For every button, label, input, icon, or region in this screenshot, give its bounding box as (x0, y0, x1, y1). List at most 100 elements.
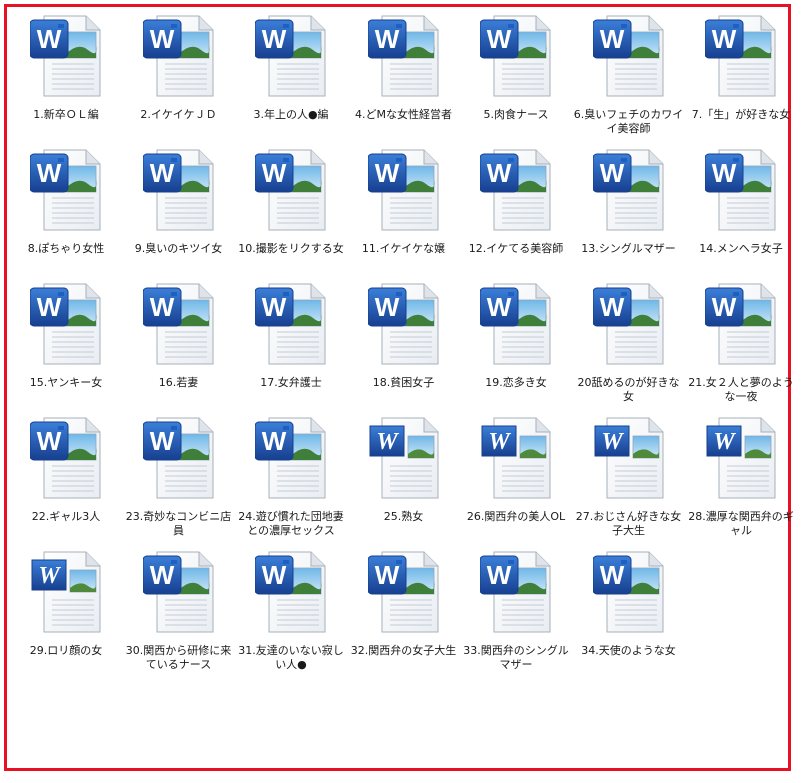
file-item[interactable]: W 11.イケイケな嬢 (348, 146, 460, 280)
svg-text:W: W (376, 429, 399, 455)
svg-text:W: W (262, 426, 287, 456)
file-name-label: 14.メンヘラ女子 (699, 242, 783, 255)
file-item[interactable]: W 28.濃厚な関西弁のギャル (685, 414, 797, 548)
svg-text:W: W (149, 292, 174, 322)
svg-text:W: W (712, 292, 737, 322)
word-legacy-document-icon: W (30, 550, 102, 634)
svg-text:W: W (374, 158, 399, 188)
file-item[interactable]: W 23.奇妙なコンビニ店員 (123, 414, 235, 548)
file-name-label: 11.イケイケな嬢 (361, 242, 446, 255)
file-item[interactable]: W 29.ロリ顔の女 (10, 548, 122, 682)
file-item[interactable]: W 3.年上の人●編 (235, 12, 347, 146)
file-item[interactable]: W 6.臭いフェチのカワイイ美容師 (573, 12, 685, 146)
file-item[interactable]: W 26.関西弁の美人OL (460, 414, 572, 548)
file-name-label: 16.若妻 (158, 376, 199, 389)
file-item[interactable]: W 9.臭いのキツイ女 (123, 146, 235, 280)
file-item[interactable]: W 13.シングルマザー (573, 146, 685, 280)
word-legacy-document-icon: W (480, 416, 552, 500)
word-document-icon: W (29, 416, 102, 500)
word-document-icon: W (142, 14, 215, 98)
file-item[interactable]: W 2.イケイケＪＤ (123, 12, 235, 146)
file-item[interactable]: W 4.どMな女性経営者 (348, 12, 460, 146)
word-legacy-document-icon: W (593, 416, 665, 500)
file-item[interactable]: W 12.イケてる美容師 (460, 146, 572, 280)
file-item[interactable]: W 34.天使のような女 (573, 548, 685, 682)
file-item[interactable]: W 16.若妻 (123, 280, 235, 414)
file-name-label: 26.関西弁の美人OL (466, 510, 566, 523)
file-item[interactable]: W 32.関西弁の女子大生 (348, 548, 460, 682)
svg-text:W: W (262, 292, 287, 322)
word-document-icon: W (592, 148, 665, 232)
word-document-icon: W (29, 282, 102, 366)
file-item[interactable]: W 25.熟女 (348, 414, 460, 548)
svg-text:W: W (599, 292, 624, 322)
file-name-label: 28.濃厚な関西弁のギャル (688, 510, 794, 537)
svg-text:W: W (599, 24, 624, 54)
svg-text:W: W (712, 158, 737, 188)
file-item[interactable]: W 33.関西弁のシングルマザー (460, 548, 572, 682)
file-name-label: 17.女弁護士 (260, 376, 322, 389)
svg-text:W: W (149, 560, 174, 590)
file-item[interactable]: W 8.ぽちゃり女性 (10, 146, 122, 280)
svg-text:W: W (262, 158, 287, 188)
file-item[interactable]: W 19.恋多き女 (460, 280, 572, 414)
svg-text:W: W (149, 426, 174, 456)
word-document-icon: W (592, 14, 665, 98)
file-name-label: 13.シングルマザー (581, 242, 676, 255)
word-document-icon: W (254, 148, 327, 232)
svg-text:W: W (38, 563, 61, 589)
file-item[interactable]: W 30.関西から研修に来ているナース (123, 548, 235, 682)
file-item[interactable]: W 10.撮影をリクする女 (235, 146, 347, 280)
file-name-label: 5.肉食ナース (483, 108, 549, 121)
file-item[interactable]: W 20舐めるのが好きな女 (573, 280, 685, 414)
file-name-label: 3.年上の人●編 (253, 108, 329, 121)
file-item[interactable]: W 7.「生」が好きな女 (685, 12, 797, 146)
svg-text:W: W (487, 560, 512, 590)
svg-text:W: W (37, 292, 62, 322)
svg-text:W: W (374, 560, 399, 590)
svg-text:W: W (374, 24, 399, 54)
svg-text:W: W (599, 560, 624, 590)
svg-text:W: W (374, 292, 399, 322)
word-legacy-document-icon: W (368, 416, 440, 500)
file-grid: W 1.新卒ＯＬ編 W 2.イケイケＪＤ W 3.年上の人●編 W 4.どMな女性経営者 W 5.… (10, 12, 800, 682)
svg-text:W: W (488, 429, 511, 455)
file-name-label: 4.どMな女性経営者 (355, 108, 452, 121)
word-document-icon: W (254, 416, 327, 500)
svg-text:W: W (487, 292, 512, 322)
svg-text:W: W (487, 24, 512, 54)
word-document-icon: W (142, 148, 215, 232)
file-name-label: 32.関西弁の女子大生 (350, 644, 457, 657)
word-document-icon: W (29, 14, 102, 98)
file-item[interactable]: W 21.女２人と夢のような一夜 (685, 280, 797, 414)
svg-text:W: W (712, 24, 737, 54)
file-item[interactable]: W 31.友達のいない寂しい人● (235, 548, 347, 682)
file-item[interactable]: W 27.おじさん好きな女子大生 (573, 414, 685, 548)
file-item[interactable]: W 1.新卒ＯＬ編 (10, 12, 122, 146)
file-item[interactable]: W 5.肉食ナース (460, 12, 572, 146)
file-name-label: 33.関西弁のシングルマザー (463, 644, 569, 671)
word-document-icon: W (479, 14, 552, 98)
file-item[interactable]: W 17.女弁護士 (235, 280, 347, 414)
file-name-label: 34.天使のような女 (581, 644, 676, 657)
word-legacy-document-icon: W (705, 416, 777, 500)
file-item[interactable]: W 18.貧困女子 (348, 280, 460, 414)
file-name-label: 22.ギャル3人 (31, 510, 101, 523)
file-item[interactable]: W 24.遊び慣れた団地妻との濃厚セックス (235, 414, 347, 548)
svg-text:W: W (149, 24, 174, 54)
word-document-icon: W (704, 148, 777, 232)
file-name-label: 30.関西から研修に来ているナース (125, 644, 232, 671)
svg-text:W: W (37, 158, 62, 188)
svg-text:W: W (713, 429, 736, 455)
word-document-icon: W (142, 416, 215, 500)
file-name-label: 12.イケてる美容師 (468, 242, 564, 255)
word-document-icon: W (592, 282, 665, 366)
word-document-icon: W (254, 550, 327, 634)
file-name-label: 19.恋多き女 (485, 376, 547, 389)
file-name-label: 9.臭いのキツイ女 (134, 242, 223, 255)
file-name-label: 24.遊び慣れた団地妻との濃厚セックス (238, 510, 344, 537)
file-item[interactable]: W 22.ギャル3人 (10, 414, 122, 548)
file-item[interactable]: W 14.メンヘラ女子 (685, 146, 797, 280)
file-item[interactable]: W 15.ヤンキー女 (10, 280, 122, 414)
word-document-icon: W (479, 550, 552, 634)
